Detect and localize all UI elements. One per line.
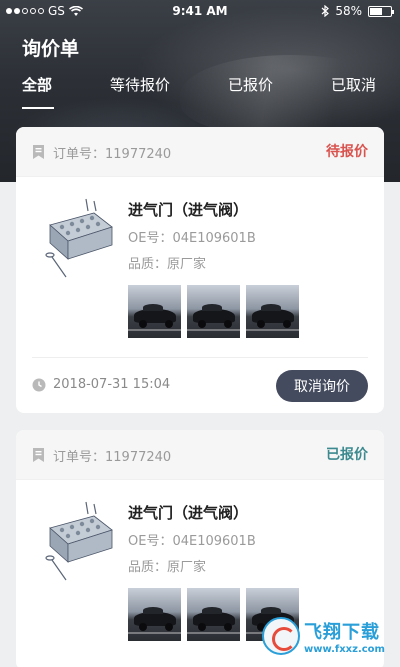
- tab-quoted[interactable]: 已报价: [228, 74, 273, 95]
- tab-awaiting-quote[interactable]: 等待报价: [110, 74, 170, 95]
- bluetooth-icon: [321, 5, 330, 17]
- inquiry-time: 2018-07-31 15:04: [53, 377, 171, 392]
- photo-thumbnail[interactable]: [187, 588, 240, 641]
- status-badge: 已报价: [326, 447, 368, 463]
- quality-label: 品质：原厂家: [128, 257, 207, 272]
- battery-percent: 58%: [335, 4, 362, 18]
- part-name: 进气门（进气阀）: [128, 504, 249, 522]
- watermark-url: www.fxxz.com: [304, 643, 385, 655]
- watermark: 飞翔下载 www.fxxz.com: [262, 614, 394, 658]
- page-title: 询价单: [22, 38, 80, 60]
- status-badge: 待报价: [326, 144, 368, 160]
- photo-thumbnail[interactable]: [128, 588, 181, 641]
- card-header: 订单号：11977240 待报价: [16, 127, 384, 177]
- active-tab-indicator: [22, 107, 54, 109]
- photo-thumbnails: [128, 285, 299, 338]
- quality-label: 品质：原厂家: [128, 560, 207, 575]
- tab-bar: 全部 等待报价 已报价 已取消: [0, 74, 400, 114]
- photo-thumbnail[interactable]: [246, 285, 299, 338]
- oe-number: OE号：04E109601B: [128, 231, 256, 246]
- inquiry-card[interactable]: 订单号：11977240 待报价 进气门（进气阀） OE号：04E109601B…: [16, 127, 384, 413]
- photo-thumbnail[interactable]: [187, 285, 240, 338]
- watermark-text: 飞翔下载: [304, 621, 380, 643]
- cancel-inquiry-button[interactable]: 取消询价: [276, 370, 368, 402]
- watermark-logo-icon: [262, 617, 300, 655]
- part-image: [45, 198, 113, 278]
- status-right: 58%: [321, 4, 394, 18]
- bookmark-icon: [33, 448, 44, 462]
- photo-thumbnail[interactable]: [128, 285, 181, 338]
- battery-icon: [368, 5, 394, 17]
- status-bar: GS 9:41 AM 58%: [0, 0, 400, 24]
- tab-cancelled[interactable]: 已取消: [331, 74, 376, 95]
- bookmark-icon: [33, 145, 44, 159]
- clock-icon: [32, 378, 46, 392]
- order-number: 订单号：11977240: [53, 147, 172, 162]
- card-header: 订单号：11977240 已报价: [16, 430, 384, 480]
- part-name: 进气门（进气阀）: [128, 201, 249, 219]
- tab-all[interactable]: 全部: [22, 74, 52, 95]
- oe-number: OE号：04E109601B: [128, 534, 256, 549]
- part-image: [45, 501, 113, 581]
- divider: [32, 357, 368, 358]
- order-number: 订单号：11977240: [53, 450, 172, 465]
